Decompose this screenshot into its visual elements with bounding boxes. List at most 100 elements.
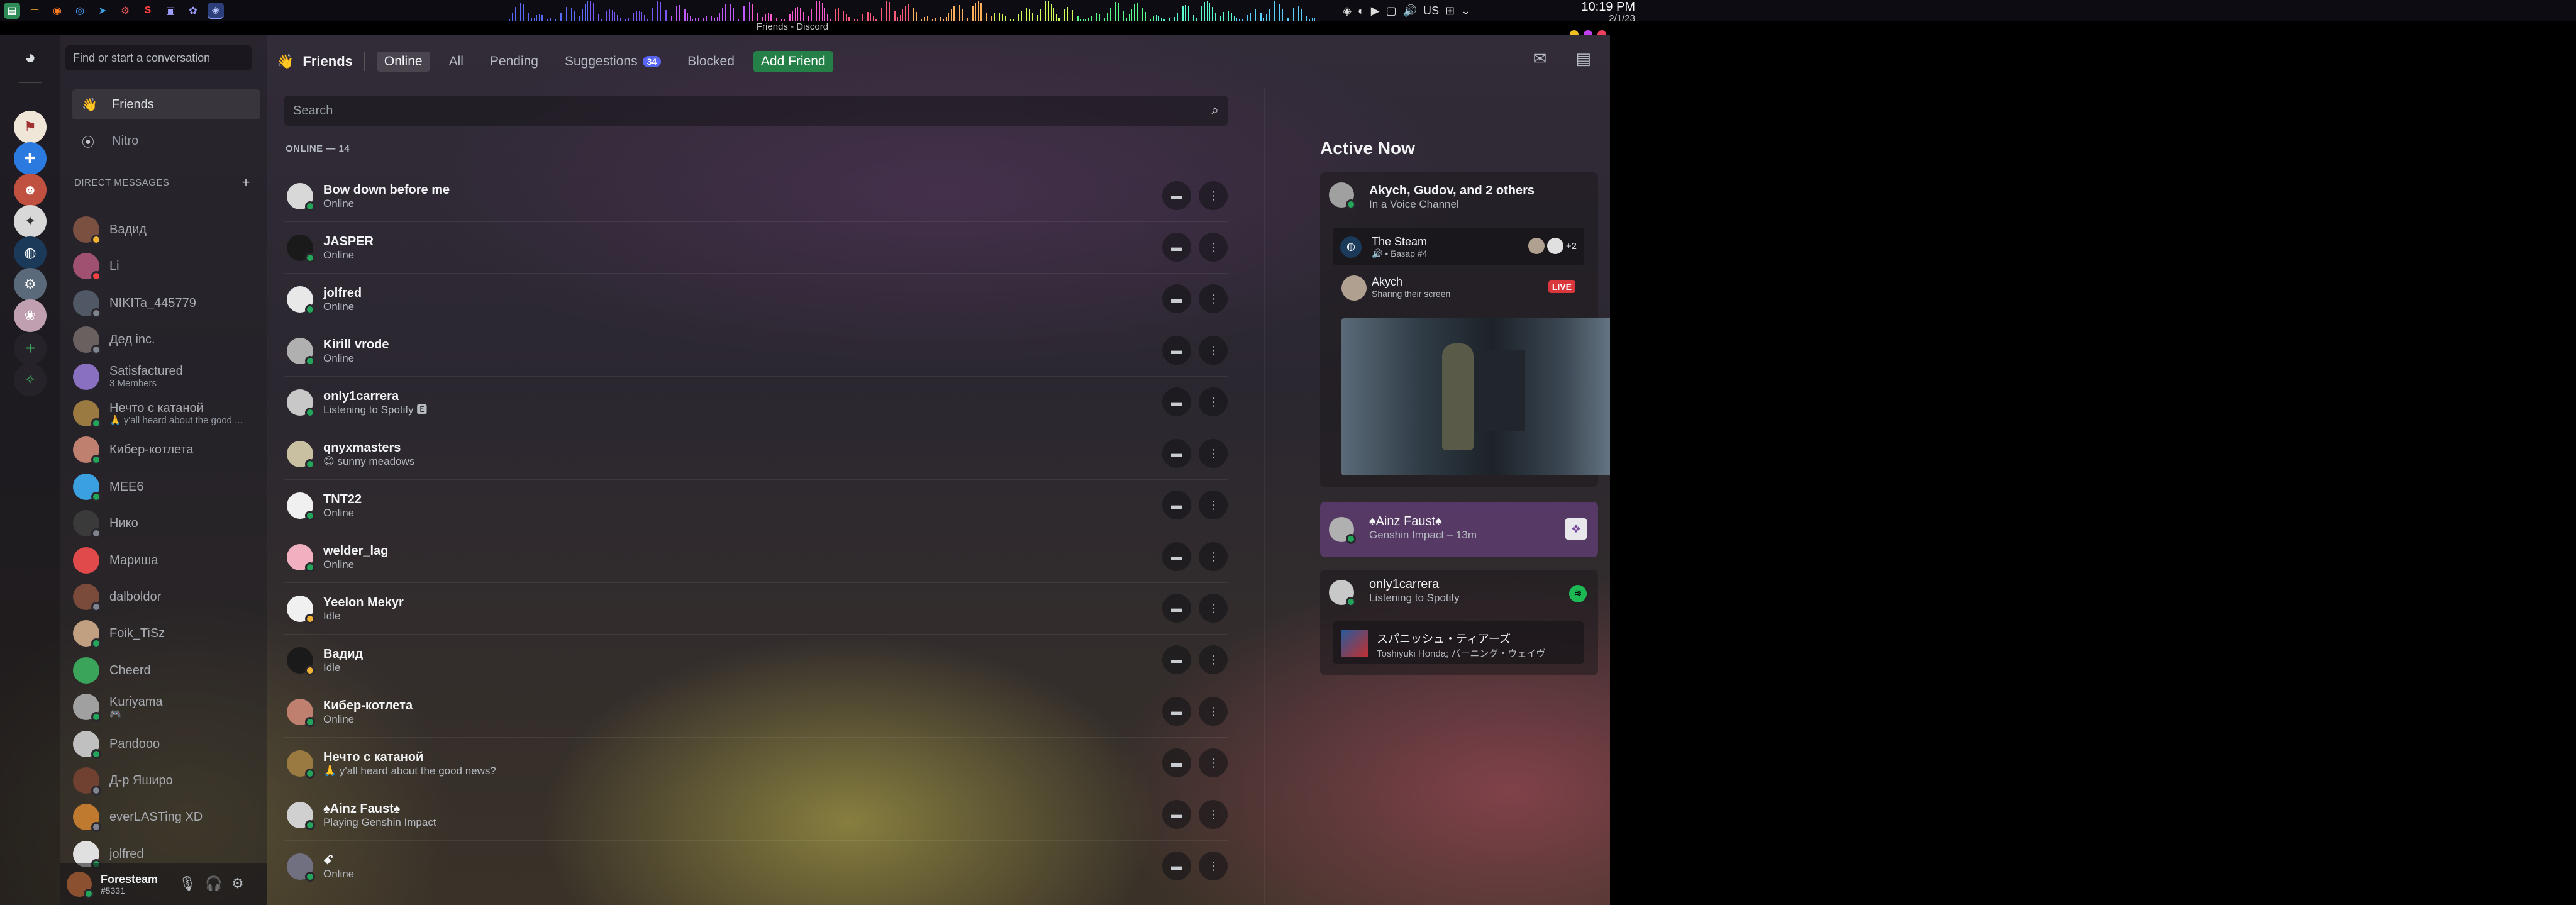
volume-tray-icon[interactable]: 🔊	[1403, 4, 1417, 18]
inbox-icon[interactable]: ▤	[1575, 49, 1591, 69]
friend-row[interactable]: ꗃ Online ▬ ⋮	[284, 840, 1228, 892]
user-settings-icon[interactable]: ⚙	[231, 875, 244, 892]
message-icon[interactable]: ▬	[1162, 181, 1191, 210]
message-icon[interactable]: ▬	[1162, 284, 1191, 313]
game-activity-card[interactable]: ♠Ainz Faust♠ Genshin Impact – 13m ❖	[1320, 502, 1598, 557]
friend-row[interactable]: Кибер-котлета Online ▬ ⋮	[284, 686, 1228, 737]
message-icon[interactable]: ▬	[1162, 439, 1191, 468]
play-tray-icon[interactable]: ▶	[1371, 4, 1380, 18]
message-icon[interactable]: ▬	[1162, 336, 1191, 365]
message-icon[interactable]: ▬	[1162, 233, 1191, 262]
friend-row[interactable]: TNT22 Online ▬ ⋮	[284, 479, 1228, 531]
create-dm-button[interactable]: +	[242, 175, 250, 189]
friend-row[interactable]: only1carrera Listening to Spotify 🅴 ▬ ⋮	[284, 376, 1228, 428]
more-options-icon[interactable]: ⋮	[1199, 697, 1228, 726]
tab-pending[interactable]: Pending	[482, 52, 546, 72]
more-options-icon[interactable]: ⋮	[1199, 800, 1228, 829]
dm-item[interactable]: Satisfactured 3 Members	[73, 360, 262, 394]
steam-server-icon[interactable]: ◍	[14, 236, 47, 269]
dm-item[interactable]: dalboldor	[73, 580, 262, 614]
microphone-icon[interactable]: 🎙	[179, 875, 196, 892]
app-launcher-icon[interactable]: ▤	[4, 3, 20, 19]
dm-item[interactable]: everLASTing XD	[73, 800, 262, 834]
tab-all[interactable]: All	[441, 52, 471, 72]
spotify-activity-card[interactable]: only1carrera Listening to Spotify ≋ スパニッ…	[1320, 570, 1598, 675]
dm-item[interactable]: Мариша	[73, 543, 262, 577]
dm-item[interactable]: Кибер-котлета	[73, 433, 262, 467]
kde-icon[interactable]: ✿	[185, 3, 201, 19]
user-avatar[interactable]	[67, 871, 94, 899]
friend-row[interactable]: welder_lag Online ▬ ⋮	[284, 531, 1228, 582]
network-tray-icon[interactable]: ⊞	[1445, 4, 1455, 18]
spotify-track-row[interactable]: スパニッシュ・ティアーズ Toshiyuki Honda; バーニング・ウェイヴ	[1333, 621, 1584, 664]
server-icon-3[interactable]: ☻	[14, 174, 47, 206]
voice-server-row[interactable]: ◍ The Steam 🔊 • Базар #4 +2	[1333, 228, 1584, 265]
dm-item[interactable]: Foik_TiSz	[73, 616, 262, 650]
message-icon[interactable]: ▬	[1162, 697, 1191, 726]
tab-online[interactable]: Online	[376, 52, 430, 72]
tab-suggestions[interactable]: Suggestions 34	[557, 52, 669, 72]
friend-row[interactable]: ♠Ainz Faust♠ Playing Genshin Impact ▬ ⋮	[284, 789, 1228, 840]
message-icon[interactable]: ▬	[1162, 594, 1191, 623]
keyboard-layout[interactable]: US	[1423, 4, 1439, 18]
app-s-icon[interactable]: S	[140, 3, 156, 19]
dm-item[interactable]: Li	[73, 249, 262, 283]
clipboard-tray-icon[interactable]: ▢	[1386, 4, 1397, 18]
message-icon[interactable]: ▬	[1162, 852, 1191, 880]
voice-activity-card[interactable]: Akych, Gudov, and 2 others In a Voice Ch…	[1320, 172, 1610, 487]
more-options-icon[interactable]: ⋮	[1199, 284, 1228, 313]
terminal-icon[interactable]: ▣	[162, 3, 179, 19]
telegram-icon[interactable]: ➤	[94, 3, 111, 19]
find-conversation-input[interactable]: Find or start a conversation	[65, 45, 252, 70]
add-friend-button[interactable]: Add Friend	[753, 51, 833, 72]
streamer-row[interactable]: Akych Sharing their screen LIVE	[1333, 270, 1584, 302]
dm-item[interactable]: Дед inc.	[73, 323, 262, 357]
more-options-icon[interactable]: ⋮	[1199, 594, 1228, 623]
friends-search-input[interactable]: Search ⌕	[284, 96, 1228, 126]
more-options-icon[interactable]: ⋮	[1199, 233, 1228, 262]
dm-item[interactable]: Вадид	[73, 213, 262, 247]
dm-item[interactable]: Pandooo	[73, 727, 262, 761]
message-icon[interactable]: ▬	[1162, 645, 1191, 674]
more-options-icon[interactable]: ⋮	[1199, 181, 1228, 210]
explore-servers-icon[interactable]: ✧	[14, 364, 47, 396]
more-options-icon[interactable]: ⋮	[1199, 542, 1228, 571]
server-icon-1[interactable]: ⚑	[14, 111, 47, 143]
friend-row[interactable]: Вадид Idle ▬ ⋮	[284, 634, 1228, 686]
dm-item[interactable]: NIKITa_445779	[73, 286, 262, 320]
dm-item[interactable]: Д-р Яшиpo	[73, 763, 262, 797]
browser-icon[interactable]: ◎	[72, 3, 88, 19]
server-icon-7[interactable]: ❀	[14, 299, 47, 332]
sidebar-item-nitro[interactable]: ⦿ Nitro	[72, 126, 260, 156]
add-server-icon[interactable]: +	[14, 332, 47, 365]
more-options-icon[interactable]: ⋮	[1199, 439, 1228, 468]
expand-tray-icon[interactable]: ⌄	[1461, 4, 1470, 18]
more-options-icon[interactable]: ⋮	[1199, 491, 1228, 519]
settings-icon[interactable]: ⚙	[117, 3, 133, 19]
media-tray-icon[interactable]: ◐	[1358, 4, 1365, 18]
message-icon[interactable]: ▬	[1162, 387, 1191, 416]
friend-row[interactable]: Kirill vrode Online ▬ ⋮	[284, 325, 1228, 376]
stream-preview[interactable]	[1341, 318, 1610, 475]
server-icon-4[interactable]: ✦	[14, 205, 47, 238]
message-icon[interactable]: ▬	[1162, 800, 1191, 829]
friend-row[interactable]: jolfred Online ▬ ⋮	[284, 273, 1228, 325]
message-icon[interactable]: ▬	[1162, 542, 1191, 571]
friend-row[interactable]: JASPER Online ▬ ⋮	[284, 221, 1228, 273]
file-manager-icon[interactable]: ▭	[26, 3, 43, 19]
sidebar-item-friends[interactable]: 👋 Friends	[72, 89, 260, 119]
discord-taskbar-icon[interactable]: ◈	[208, 3, 224, 19]
discord-tray-icon[interactable]: ◈	[1343, 4, 1352, 18]
more-options-icon[interactable]: ⋮	[1199, 748, 1228, 777]
tab-blocked[interactable]: Blocked	[680, 52, 742, 72]
more-options-icon[interactable]: ⋮	[1199, 852, 1228, 880]
dm-item[interactable]: Нечто с катаной 🙏 y'all heard about the g…	[73, 396, 262, 430]
headphones-icon[interactable]: 🎧	[205, 875, 222, 892]
firefox-icon[interactable]: ◉	[49, 3, 65, 19]
friend-row[interactable]: Нечто с катаной 🙏 y'all heard about the g…	[284, 737, 1228, 789]
dm-item[interactable]: Kuriyama 🎮	[73, 690, 262, 724]
message-icon[interactable]: ▬	[1162, 491, 1191, 519]
dm-item[interactable]: MEE6	[73, 470, 262, 504]
friend-row[interactable]: Yeelon Mekyr Idle ▬ ⋮	[284, 582, 1228, 634]
dm-item[interactable]: Cheerd	[73, 653, 262, 687]
